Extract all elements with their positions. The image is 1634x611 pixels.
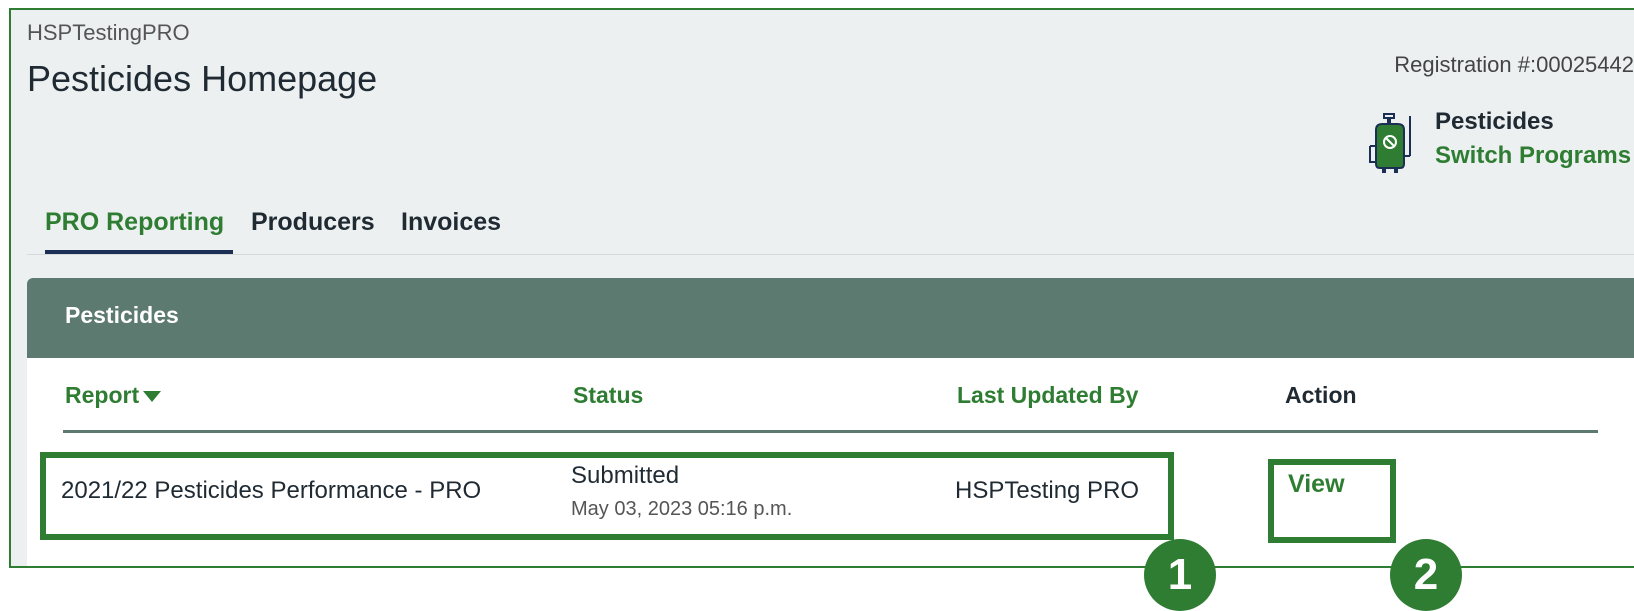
sprayer-icon	[1369, 113, 1411, 173]
column-header-label: Report	[65, 382, 140, 408]
tab-invoices[interactable]: Invoices	[401, 202, 501, 254]
card-header	[27, 278, 1634, 358]
registration-number: Registration #:00025442	[1394, 52, 1634, 77]
column-header-report[interactable]: Report	[65, 382, 162, 409]
column-header-action: Action	[1285, 382, 1357, 408]
page-title: Pesticides Homepage	[27, 58, 378, 99]
header-divider	[63, 430, 1598, 433]
switch-programs-link[interactable]: Switch Programs	[1435, 142, 1631, 170]
tab-label: Invoices	[401, 208, 502, 236]
tab-producers[interactable]: Producers	[251, 202, 375, 254]
current-program: Pesticides	[1435, 108, 1554, 135]
tab-label: PRO Reporting	[45, 208, 225, 236]
callout-badge-2: 2	[1390, 539, 1462, 611]
tab-label: Producers	[251, 208, 375, 236]
highlight-box-row	[40, 452, 1174, 540]
tab-pro-reporting[interactable]: PRO Reporting	[45, 202, 233, 254]
tab-bar: PRO Reporting Producers Invoices	[27, 202, 1634, 255]
card-title: Pesticides	[65, 302, 179, 328]
sort-desc-icon	[143, 391, 162, 403]
org-name: HSPTestingPRO	[27, 20, 190, 45]
column-header-last-updated-by[interactable]: Last Updated By	[957, 382, 1138, 409]
highlight-box-view	[1268, 459, 1396, 543]
column-header-status[interactable]: Status	[573, 382, 643, 409]
callout-badge-1: 1	[1144, 539, 1216, 611]
